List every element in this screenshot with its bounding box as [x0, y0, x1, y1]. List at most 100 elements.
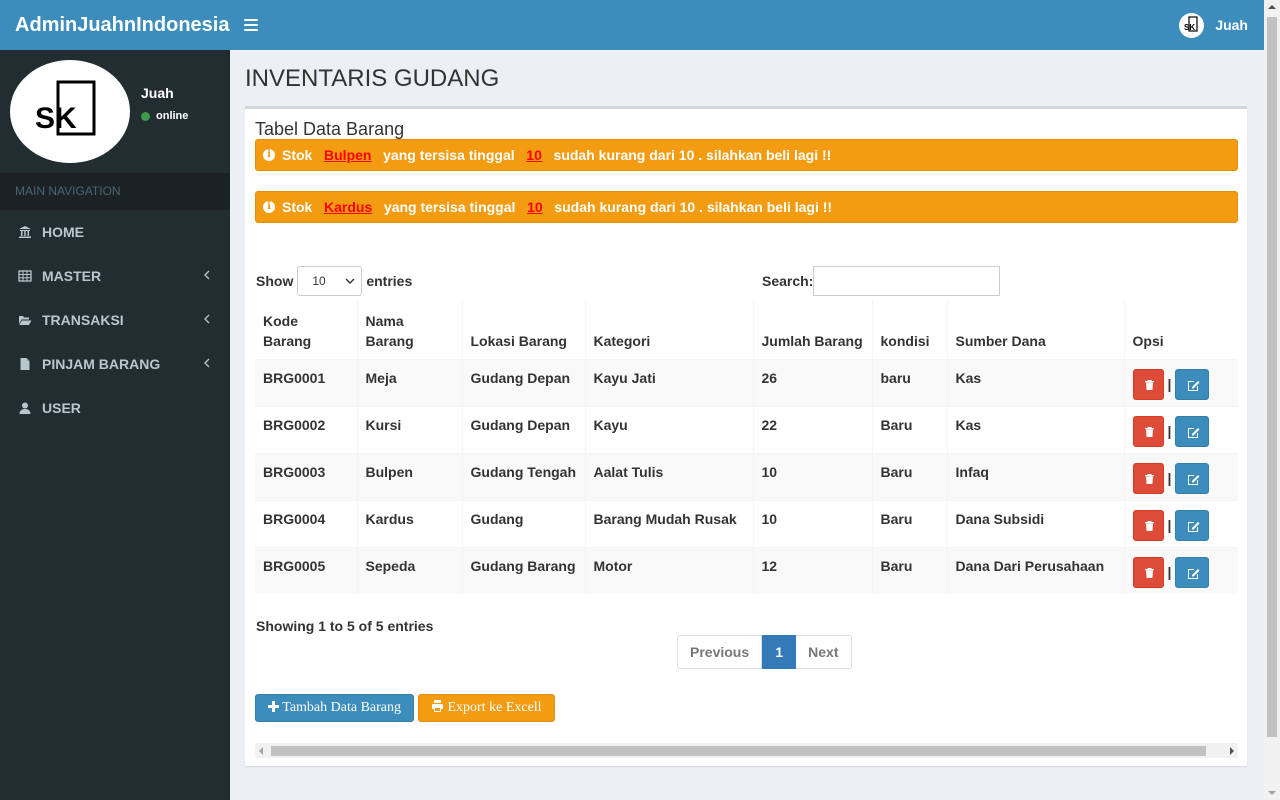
sidebar-item-master[interactable]: MASTER [0, 254, 230, 298]
column-header[interactable]: Kategori [584, 301, 753, 360]
alert-item-link[interactable]: Bulpen [324, 147, 371, 163]
sidebar-item-label: PINJAM BARANG [42, 356, 161, 372]
showing-info: Showing 1 to 5 of 5 entries [256, 618, 434, 634]
scroll-left-icon[interactable] [259, 747, 263, 755]
table-cell: 26 [752, 358, 872, 406]
separator: | [1167, 517, 1172, 533]
entries-select[interactable]: 10 [297, 266, 363, 296]
delete-button[interactable] [1132, 368, 1164, 400]
table-row: BRG0003 Bulpen Gudang Tengah Aalat Tulis 10 B… [255, 452, 1238, 500]
table-cell: Gudang Depan [461, 405, 585, 453]
vertical-scrollbar[interactable] [1264, 0, 1280, 800]
next-button[interactable]: Next [796, 635, 852, 669]
table-cell: Dana Subsidi [946, 499, 1124, 547]
column-header[interactable]: Kode Barang [255, 301, 357, 360]
brand-logo[interactable]: AdminJuahnIndonesia [0, 0, 230, 50]
top-navbar: AdminJuahnIndonesia SK Juah [0, 0, 1264, 50]
sidebar-item-user[interactable]: USER [0, 386, 230, 430]
delete-button[interactable] [1132, 556, 1164, 588]
edit-icon [1188, 380, 1200, 391]
horizontal-scrollbar[interactable] [255, 743, 1238, 758]
stock-alert: i Stok Bulpen yang tersisa tinggal 10 sud… [255, 139, 1238, 171]
add-item-button[interactable]: Tambah Data Barang [255, 694, 414, 722]
scroll-thumb[interactable] [271, 746, 1206, 756]
sidebar-item-label: MASTER [42, 268, 102, 284]
trash-icon [1144, 426, 1154, 437]
edit-button[interactable] [1175, 368, 1210, 400]
edit-button[interactable] [1175, 462, 1210, 494]
sidebar-item-label: TRANSAKSI [42, 312, 124, 328]
delete-button[interactable] [1132, 509, 1164, 541]
table-cell: Baru [871, 546, 947, 594]
separator: | [1167, 423, 1172, 439]
chevron-down-icon [345, 278, 355, 284]
sidebar-item-label: HOME [42, 224, 84, 240]
scroll-up-icon[interactable] [1268, 5, 1276, 9]
user-avatar: SK [10, 60, 130, 163]
stock-alert: i Stok Kardus yang tersisa tinggal 10 sud… [255, 191, 1238, 223]
file-icon [20, 358, 30, 370]
page-title: INVENTARIS GUDANG [245, 65, 500, 92]
separator: | [1167, 376, 1172, 392]
table-cell: Kas [946, 358, 1124, 406]
table-cell: 12 [752, 546, 872, 594]
column-header[interactable]: Sumber Dana [946, 301, 1124, 360]
actions-cell: | [1123, 499, 1238, 547]
user-menu[interactable]: SK Juah [1179, 12, 1248, 38]
previous-button[interactable]: Previous [677, 635, 763, 669]
table-cell: Sepeda [356, 546, 462, 594]
user-icon [19, 402, 31, 414]
table-row: BRG0004 Kardus Gudang Barang Mudah Rusak 10 B… [255, 499, 1238, 547]
bank-icon [19, 226, 31, 238]
alert-item-link[interactable]: Kardus [324, 199, 372, 215]
sidebar-item-pinjam-barang[interactable]: PINJAM BARANG [0, 342, 230, 386]
user-panel: SK Juah online [0, 50, 230, 173]
export-excel-button[interactable]: Export ke Excell [418, 694, 555, 722]
column-header[interactable]: kondisi [871, 301, 947, 360]
table-cell: BRG0001 [255, 358, 357, 406]
sidebar-item-home[interactable]: HOME [0, 210, 230, 254]
edit-icon [1188, 521, 1200, 532]
print-icon [432, 700, 443, 712]
edit-button[interactable] [1175, 509, 1210, 541]
delete-button[interactable] [1132, 462, 1164, 494]
scroll-right-icon[interactable] [1230, 747, 1234, 755]
edit-button[interactable] [1175, 556, 1210, 588]
user-status: online [141, 110, 188, 122]
table-cell: Gudang Barang [461, 546, 585, 594]
user-avatar-small: SK [1179, 12, 1205, 38]
delete-button[interactable] [1132, 415, 1164, 447]
table-cell: 22 [752, 405, 872, 453]
sidebar-user-name: Juah [141, 85, 174, 101]
alert-count: 10 [527, 199, 543, 215]
column-header[interactable]: Jumlah Barang [752, 301, 872, 360]
table-cell: Kayu Jati [584, 358, 753, 406]
info-circle-icon: i [263, 201, 275, 213]
edit-icon [1188, 474, 1200, 485]
table-row: BRG0001 Meja Gudang Depan Kayu Jati 26 baru Ka… [255, 358, 1238, 406]
table-row: BRG0005 Sepeda Gudang Barang Motor 12 Baru Dan… [255, 546, 1238, 594]
actions-cell: | [1123, 405, 1238, 453]
table-cell: Kardus [356, 499, 462, 547]
column-header[interactable]: Nama Barang [356, 301, 462, 360]
data-table: Kode Barang Nama Barang Lokasi Barang Kate… [255, 301, 1238, 594]
edit-button[interactable] [1175, 415, 1210, 447]
edit-icon [1188, 427, 1200, 438]
table-cell: Infaq [946, 452, 1124, 500]
sidebar-toggle-icon[interactable] [244, 19, 258, 31]
search-input[interactable] [813, 266, 1001, 296]
svg-text:SK: SK [1184, 23, 1195, 32]
sidebar-item-label: USER [42, 400, 81, 416]
table-cell: Gudang Depan [461, 358, 585, 406]
table-cell: Kas [946, 405, 1124, 453]
table-cell: 10 [752, 499, 872, 547]
page-1-button[interactable]: 1 [762, 635, 797, 669]
table-cell: baru [871, 358, 947, 406]
scroll-down-icon[interactable] [1268, 791, 1276, 795]
chevron-left-icon [204, 358, 210, 368]
table-row: BRG0002 Kursi Gudang Depan Kayu 22 Baru Kas | [255, 405, 1238, 453]
sidebar-item-transaksi[interactable]: TRANSAKSI [0, 298, 230, 342]
column-header[interactable]: Lokasi Barang [461, 301, 585, 360]
scroll-thumb[interactable] [1267, 17, 1277, 737]
table-icon [18, 270, 32, 282]
